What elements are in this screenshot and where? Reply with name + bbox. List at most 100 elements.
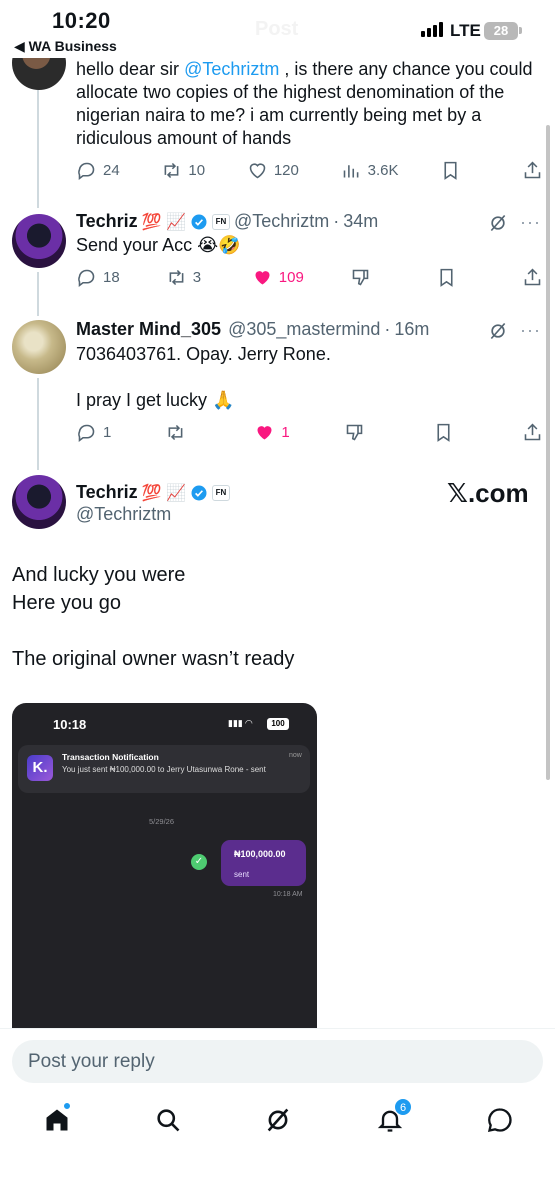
verified-badge-icon: [191, 214, 207, 229]
views-button[interactable]: 3.6K: [341, 160, 399, 181]
payment-bubble: ₦100,000.00 sent: [221, 840, 306, 886]
status-time: 10:20: [52, 8, 111, 33]
name-emojis: 💯 📈: [141, 484, 186, 502]
avatar[interactable]: [12, 475, 66, 529]
tweet-top-icons: ···: [488, 320, 541, 341]
more-options-icon[interactable]: ···: [520, 320, 541, 341]
x-watermark: 𝕏.com: [447, 478, 529, 508]
share-button[interactable]: [522, 267, 544, 288]
tab-search[interactable]: [148, 1100, 188, 1140]
post-image[interactable]: 10:18 ▮▮▮ ◠ 100 K. Transaction Notificat…: [12, 703, 317, 1043]
affiliate-badge[interactable]: FN: [211, 484, 230, 501]
bookmark-icon: [444, 161, 457, 180]
views-count: 3.6K: [367, 161, 399, 179]
battery-icon: 28: [484, 22, 518, 40]
status-bar: 10:20 ◀ WA Business Post LTE 28: [0, 0, 555, 58]
like-button[interactable]: 1: [254, 422, 294, 443]
separator-dot: ·: [333, 211, 340, 231]
tab-grok[interactable]: [258, 1100, 298, 1140]
handle[interactable]: @Techriztm: [234, 211, 329, 232]
repost-button[interactable]: 3: [166, 267, 206, 288]
tweet-text: hello dear sir @Techriztm , is there any…: [76, 59, 533, 148]
display-name[interactable]: Techriz: [76, 482, 138, 503]
reply-button[interactable]: 24: [76, 160, 120, 181]
like-count: 109: [278, 268, 304, 286]
notification-title: Transaction Notification: [62, 752, 159, 762]
scrollbar[interactable]: [546, 125, 550, 780]
display-name[interactable]: Techriz: [76, 211, 138, 232]
tweet-actions: 1 1: [76, 420, 544, 444]
reply-input[interactable]: [12, 1040, 543, 1083]
thread-line: [37, 378, 39, 470]
repost-button[interactable]: 10: [161, 160, 205, 181]
share-button[interactable]: [522, 160, 544, 181]
notification-body: You just sent ₦100,000.00 to Jerry Utasu…: [62, 765, 266, 774]
bookmark-button[interactable]: [433, 422, 473, 443]
battery-tip: [519, 27, 522, 34]
tweet-top-icons: ···: [488, 212, 541, 233]
repost-button[interactable]: [165, 422, 205, 443]
reply-icon: [78, 424, 95, 442]
network-label: LTE: [450, 21, 481, 40]
handle[interactable]: @305_mastermind: [228, 319, 380, 340]
share-button[interactable]: [522, 422, 544, 443]
reply-button[interactable]: 18: [76, 267, 120, 288]
handle[interactable]: @Techriztm: [76, 504, 171, 525]
tweet-header: Master Mind_305 @305_mastermind · 16m: [76, 319, 429, 340]
reply-count: 18: [103, 268, 120, 286]
timestamp: 16m: [394, 319, 430, 339]
bookmark-button[interactable]: [440, 160, 480, 181]
repost-count: 3: [192, 268, 202, 286]
repost-count: 10: [188, 161, 206, 179]
payment-amount: ₦100,000.00: [234, 849, 286, 859]
name-emojis: 💯 📈: [141, 213, 186, 231]
thread-line: [37, 80, 39, 208]
heart-icon: [249, 162, 266, 178]
views-icon: [343, 164, 359, 177]
dislike-button[interactable]: [344, 422, 384, 443]
tweet-actions: 24 10 120 3.6K: [76, 158, 544, 182]
timestamp: 34m: [343, 211, 379, 231]
signal-icon: [421, 22, 443, 37]
embedded-date: 5/29/26: [149, 817, 175, 826]
like-count: 1: [281, 423, 290, 441]
back-to-app-link[interactable]: ◀ WA Business: [14, 38, 117, 55]
like-button[interactable]: 109: [252, 267, 304, 288]
thumbs-down-icon: [352, 269, 369, 286]
bookmark-icon: [440, 268, 453, 287]
share-icon: [524, 161, 541, 178]
grok-icon[interactable]: [488, 213, 508, 233]
heart-filled-icon: [255, 270, 270, 284]
tweet-text: Send your Acc 😭🤣: [76, 235, 241, 255]
like-button[interactable]: 120: [247, 160, 299, 181]
tab-bar: 6: [0, 1098, 555, 1150]
tweet-text: 7036403761. Opay. Jerry Rone.: [76, 344, 331, 364]
new-posts-dot: [63, 1102, 71, 1110]
grok-icon[interactable]: [488, 321, 508, 341]
mention-link[interactable]: @Techriztm: [184, 59, 279, 79]
affiliate-badge[interactable]: FN: [211, 213, 230, 230]
repost-icon: [168, 424, 183, 440]
display-name[interactable]: Master Mind_305: [76, 319, 221, 340]
post-text-line: The original owner wasn’t ready: [12, 648, 295, 670]
dislike-button[interactable]: [350, 267, 390, 288]
payment-time: 10:18 AM: [273, 891, 303, 898]
search-icon: [157, 1109, 180, 1132]
tab-messages[interactable]: [480, 1100, 520, 1140]
bookmark-button[interactable]: [436, 267, 476, 288]
faded-header-title: Post: [255, 18, 299, 40]
home-icon: [46, 1109, 68, 1131]
thread-line: [37, 272, 39, 316]
reply-icon: [78, 269, 95, 287]
post-text-line: And lucky you were: [12, 564, 186, 586]
heart-filled-icon: [257, 425, 272, 439]
avatar[interactable]: [12, 214, 66, 268]
tab-home[interactable]: [37, 1100, 77, 1140]
tab-notifications[interactable]: 6: [370, 1098, 412, 1140]
grok-icon: [267, 1108, 289, 1132]
more-options-icon[interactable]: ···: [520, 212, 541, 233]
avatar[interactable]: [12, 320, 66, 374]
reply-button[interactable]: 1: [76, 422, 116, 443]
embedded-battery-icon: 100: [267, 718, 289, 730]
bookmark-icon: [437, 423, 450, 442]
